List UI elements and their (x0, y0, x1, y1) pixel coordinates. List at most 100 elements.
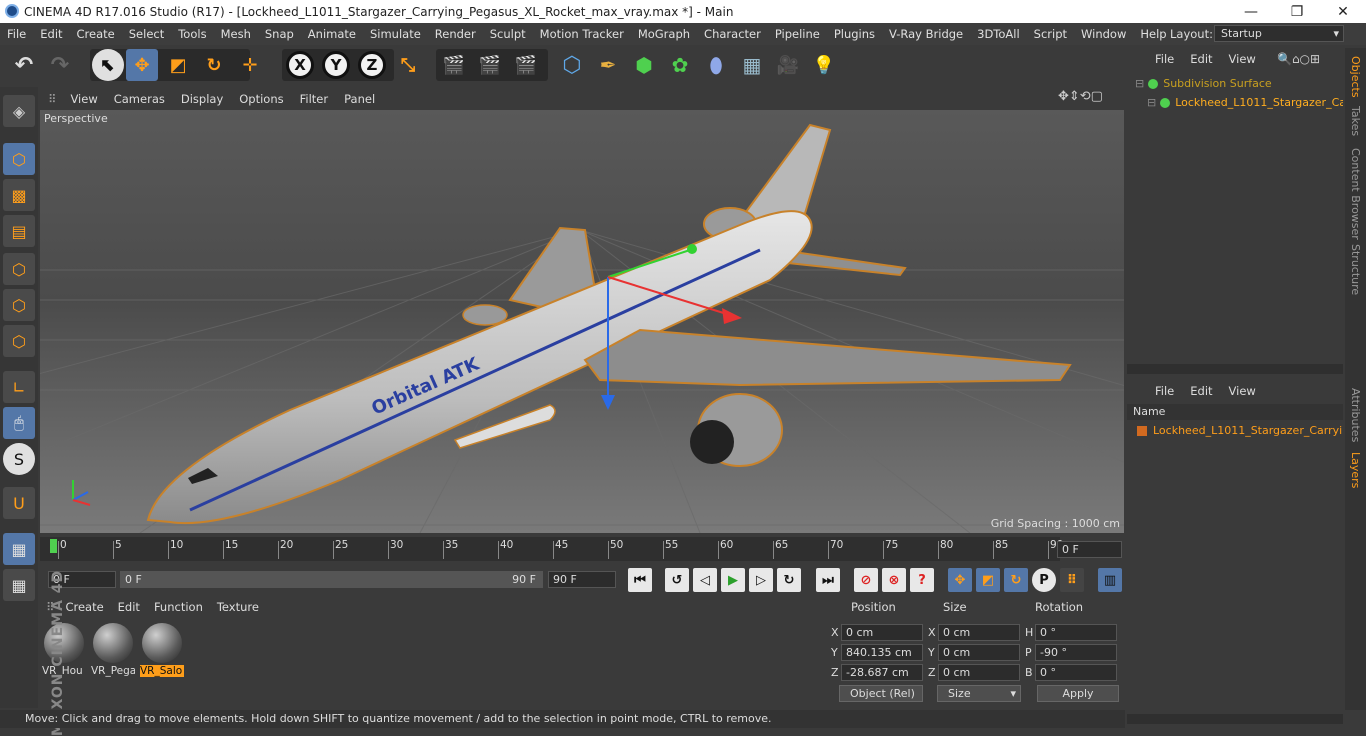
viewport-menu-display[interactable]: Display (173, 92, 231, 106)
keyframe-selection-button[interactable]: ? (910, 568, 934, 592)
material-menu-create[interactable]: Create (58, 600, 110, 614)
menu-character[interactable]: Character (697, 27, 768, 41)
make-editable-icon[interactable]: ◈ (3, 95, 35, 127)
record-parameter-button[interactable]: P (1032, 568, 1056, 592)
coordinate-system-icon[interactable]: ⤡ (392, 49, 424, 81)
tab-content-browser[interactable]: Content Browser (1349, 148, 1362, 240)
transform-tool-button[interactable]: ✛ (234, 49, 266, 81)
cube-primitive-icon[interactable]: ⬡ (556, 49, 588, 81)
layer-manager-scrollbar[interactable] (1127, 714, 1343, 724)
render-view-icon[interactable]: 🎬 (438, 49, 470, 81)
magnet-icon[interactable]: U (3, 487, 35, 519)
polygons-mode-icon[interactable]: ⬡ (3, 325, 35, 357)
material-swatch[interactable]: VR_Salo (140, 621, 184, 677)
render-picture-viewer-icon[interactable]: 🎬 (474, 49, 506, 81)
material-menu-texture[interactable]: Texture (210, 600, 266, 614)
tab-layers[interactable]: Layers (1349, 452, 1362, 488)
snap-icon[interactable]: S (3, 443, 35, 475)
object-manager-scrollbar[interactable] (1127, 364, 1343, 374)
live-selection-icon[interactable]: ⬉ (92, 49, 124, 81)
size-mode-dropdown[interactable]: Size ▾ (937, 685, 1021, 702)
close-button[interactable]: ✕ (1320, 0, 1366, 23)
workplane-grid-icon[interactable]: ▦ (3, 533, 35, 565)
position-field[interactable]: 840.135 cm (841, 644, 923, 661)
position-field[interactable]: -28.687 cm (841, 664, 923, 681)
menu-sculpt[interactable]: Sculpt (483, 27, 533, 41)
current-frame-field[interactable]: 0 F (1057, 541, 1122, 558)
menu-render[interactable]: Render (428, 27, 483, 41)
record-scale-button[interactable]: ◩ (976, 568, 1000, 592)
object-menu-view[interactable]: View (1221, 52, 1264, 66)
edges-mode-icon[interactable]: ⬡ (3, 289, 35, 321)
menu-tools[interactable]: Tools (171, 27, 213, 41)
apply-button[interactable]: Apply (1037, 685, 1119, 702)
viewport-navigation-icons[interactable]: ✥⇕⟲▢ (1058, 89, 1103, 104)
next-frame-button[interactable]: ▷ (749, 568, 773, 592)
points-mode-icon[interactable]: ⬡ (3, 253, 35, 285)
menu-script[interactable]: Script (1027, 27, 1074, 41)
deformer-icon[interactable]: ⬮ (700, 49, 732, 81)
menu-window[interactable]: Window (1074, 27, 1133, 41)
coordinate-mode-dropdown[interactable]: Object (Rel) (839, 685, 923, 702)
record-point-level-button[interactable]: ⠿ (1060, 568, 1084, 592)
tab-attributes[interactable]: Attributes (1349, 388, 1362, 442)
y-axis-lock-button[interactable]: Y (320, 49, 352, 81)
size-field[interactable]: 0 cm (938, 664, 1020, 681)
menu-mesh[interactable]: Mesh (214, 27, 258, 41)
position-field[interactable]: 0 cm (841, 624, 923, 641)
object-manager-tools-icons[interactable]: 🔍⌂○⊞ (1277, 52, 1320, 66)
layer-item[interactable]: Lockheed_L1011_Stargazer_Carrying_Pegasu… (1127, 422, 1343, 440)
viewport[interactable]: Orbital ATK Perspective Grid Spacing : 1… (40, 110, 1124, 533)
rotation-field[interactable]: 0 ° (1035, 624, 1117, 641)
light-icon[interactable]: 💡 (808, 49, 840, 81)
texture-mode-icon[interactable]: ▩ (3, 179, 35, 211)
menu-select[interactable]: Select (122, 27, 171, 41)
play-button[interactable]: ▶ (721, 568, 745, 592)
timeline-window-button[interactable]: ▥ (1098, 568, 1122, 592)
subdivision-surface-icon[interactable]: ⬢ (628, 49, 660, 81)
tweak-mode-icon[interactable]: 🖱 (3, 407, 35, 439)
go-to-start-button[interactable]: ⏮ (628, 568, 652, 592)
menu-3dtoall[interactable]: 3DToAll (970, 27, 1027, 41)
viewport-menu-cameras[interactable]: Cameras (106, 92, 173, 106)
render-settings-icon[interactable]: 🎬 (510, 49, 542, 81)
layer-menu-view[interactable]: View (1221, 384, 1264, 398)
material-menu-edit[interactable]: Edit (111, 600, 147, 614)
menu-create[interactable]: Create (70, 27, 122, 41)
material-menu-function[interactable]: Function (147, 600, 210, 614)
menu-animate[interactable]: Animate (301, 27, 363, 41)
viewport-menu-options[interactable]: Options (231, 92, 291, 106)
move-tool-button[interactable]: ✥ (126, 49, 158, 81)
model-mode-icon[interactable]: ⬡ (3, 143, 35, 175)
menu-mograph[interactable]: MoGraph (631, 27, 697, 41)
menu-simulate[interactable]: Simulate (363, 27, 428, 41)
viewport-menu-view[interactable]: View (62, 92, 105, 106)
workplane-mode-icon[interactable]: ▤ (3, 215, 35, 247)
menu-help[interactable]: Help (1133, 27, 1173, 41)
timeline[interactable]: 051015202530354045505560657075808590 0 F (40, 535, 1124, 565)
layer-menu-edit[interactable]: Edit (1182, 384, 1220, 398)
layout-dropdown[interactable]: Startup ▾ (1214, 25, 1344, 42)
frame-range-slider[interactable]: 0 F 90 F (120, 571, 543, 588)
menu-pipeline[interactable]: Pipeline (768, 27, 827, 41)
object-tree-item[interactable]: ⊟ Lockheed_L1011_Stargazer_Carrying_Pegas… (1127, 94, 1343, 112)
viewport-menu-filter[interactable]: Filter (292, 92, 336, 106)
next-key-button[interactable]: ↻ (777, 568, 801, 592)
material-swatch[interactable]: VR_Pega (91, 621, 135, 677)
record-rotation-button[interactable]: ↻ (1004, 568, 1028, 592)
camera-icon[interactable]: 🎥 (772, 49, 804, 81)
menu-snap[interactable]: Snap (258, 27, 301, 41)
record-active-objects-button[interactable]: ⊘ (854, 568, 878, 592)
viewport-menu-panel[interactable]: Panel (336, 92, 383, 106)
menu-v-ray-bridge[interactable]: V-Ray Bridge (882, 27, 970, 41)
tab-objects[interactable]: Objects (1349, 56, 1362, 98)
object-tree-item[interactable]: ⊟ Subdivision Surface (1127, 75, 1343, 93)
menu-edit[interactable]: Edit (33, 27, 69, 41)
menu-plugins[interactable]: Plugins (827, 27, 882, 41)
tab-structure[interactable]: Structure (1349, 244, 1362, 295)
floor-environment-icon[interactable]: ▦ (736, 49, 768, 81)
cloner-icon[interactable]: ✿ (664, 49, 696, 81)
object-menu-edit[interactable]: Edit (1182, 52, 1220, 66)
layer-menu-file[interactable]: File (1147, 384, 1182, 398)
rotate-tool-button[interactable]: ↻ (198, 49, 230, 81)
